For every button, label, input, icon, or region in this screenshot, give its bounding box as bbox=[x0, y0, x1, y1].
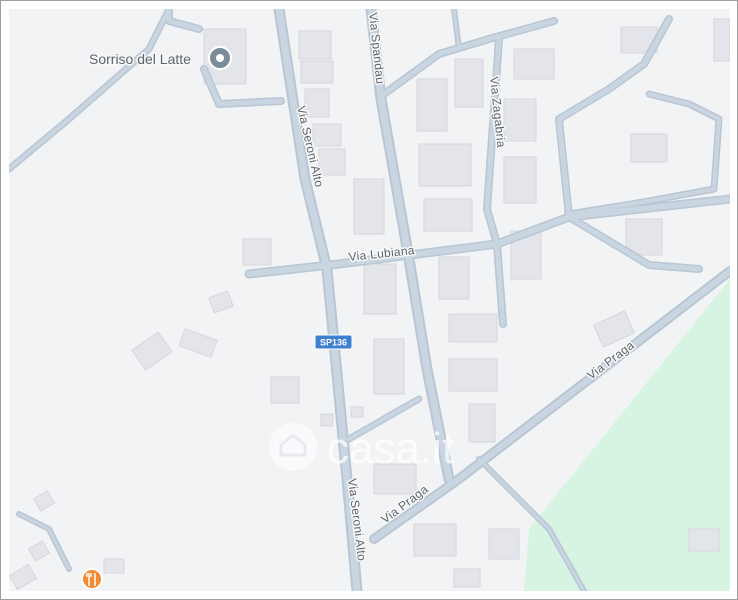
building bbox=[27, 540, 51, 562]
watermark-text: casa.it bbox=[327, 424, 454, 473]
route-shield-sp136: SP136 bbox=[314, 334, 353, 350]
building bbox=[488, 528, 520, 560]
building bbox=[363, 263, 397, 315]
building bbox=[208, 290, 234, 314]
road-label-via-praga: Via Praga bbox=[584, 338, 637, 382]
building bbox=[242, 238, 272, 266]
house-icon bbox=[269, 423, 317, 471]
building bbox=[373, 338, 405, 395]
road-label-via-spandau: Via Spandau bbox=[366, 12, 387, 85]
building bbox=[416, 78, 448, 132]
location-pin-dot bbox=[216, 54, 224, 62]
building bbox=[178, 328, 218, 358]
building bbox=[103, 558, 125, 574]
building bbox=[350, 406, 364, 418]
building bbox=[298, 30, 332, 60]
map-canvas[interactable]: casa.it Via Seroni Alto Via Seroni Alto … bbox=[9, 9, 730, 591]
building bbox=[513, 48, 555, 80]
casa-it-watermark: casa.it bbox=[269, 423, 454, 473]
poi-label[interactable]: Sorriso del Latte bbox=[88, 50, 193, 69]
building bbox=[453, 568, 481, 588]
fork-knife-icon[interactable] bbox=[81, 568, 103, 590]
building bbox=[270, 376, 300, 404]
building bbox=[454, 58, 484, 108]
building bbox=[32, 490, 56, 512]
building bbox=[630, 133, 668, 163]
building bbox=[468, 403, 496, 443]
building bbox=[300, 60, 334, 84]
building bbox=[688, 528, 720, 552]
building bbox=[503, 156, 537, 204]
building bbox=[353, 178, 385, 235]
building bbox=[9, 563, 38, 591]
restaurant-poi[interactable] bbox=[81, 568, 103, 590]
building bbox=[418, 143, 472, 187]
building bbox=[413, 523, 457, 557]
building bbox=[448, 313, 498, 343]
map-svg: casa.it Via Seroni Alto Via Seroni Alto … bbox=[9, 9, 730, 591]
building bbox=[503, 98, 537, 142]
building bbox=[438, 256, 470, 300]
building bbox=[448, 358, 498, 392]
building bbox=[625, 218, 663, 256]
map-frame: casa.it Via Seroni Alto Via Seroni Alto … bbox=[0, 0, 738, 600]
building bbox=[131, 331, 173, 371]
building bbox=[423, 198, 473, 232]
route-shield-label: SP136 bbox=[320, 338, 347, 348]
building bbox=[713, 18, 730, 62]
